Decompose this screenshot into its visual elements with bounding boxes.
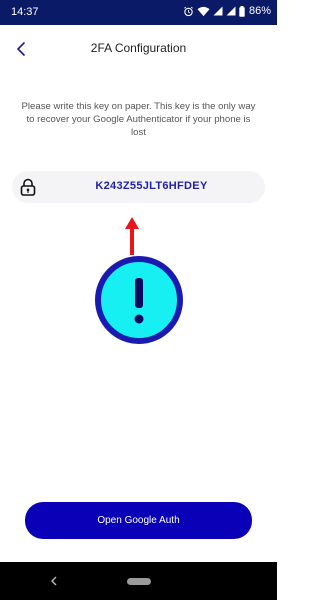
secret-key-field[interactable]: K243Z55JLT6HFDEY — [12, 171, 265, 203]
alert-circle-annotation — [95, 256, 183, 344]
nav-back-icon[interactable] — [50, 576, 58, 586]
status-bar: 14:37 86% — [0, 0, 277, 25]
page-title: 2FA Configuration — [90, 41, 187, 55]
battery-percentage: 86% — [248, 5, 271, 17]
navigation-bar — [0, 562, 277, 600]
open-google-auth-button[interactable]: Open Google Auth — [25, 502, 252, 539]
status-icons: 86% — [183, 5, 271, 17]
header: 2FA Configuration — [0, 25, 277, 73]
home-pill-button[interactable] — [127, 578, 151, 585]
status-time: 14:37 — [11, 6, 39, 18]
lock-icon — [20, 178, 36, 196]
signal-icon — [213, 6, 223, 16]
signal-icon — [226, 6, 236, 16]
secret-key-value[interactable]: K243Z55JLT6HFDEY — [46, 180, 257, 192]
battery-icon — [239, 5, 245, 17]
red-arrow-annotation — [125, 217, 139, 255]
wifi-icon — [197, 6, 210, 16]
alarm-icon — [184, 6, 193, 16]
instructions-text: Please write this key on paper. This key… — [21, 101, 256, 138]
